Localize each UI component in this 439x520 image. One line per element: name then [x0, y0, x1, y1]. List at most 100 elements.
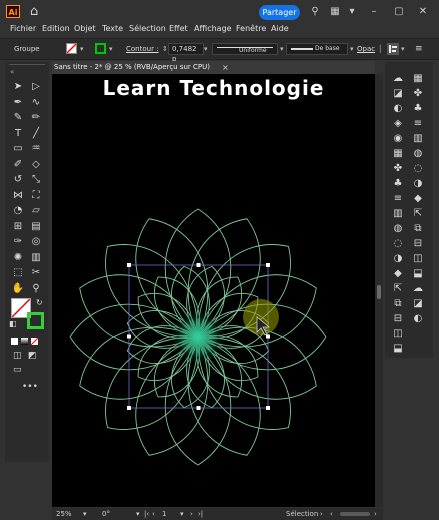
stroke-weight-field[interactable]: 0,7482 p — [168, 43, 204, 63]
hscroll-right-icon[interactable]: › — [374, 508, 377, 520]
export-panel-tab-icon[interactable]: ☁ — [411, 282, 425, 295]
stroke-panel-tab-icon[interactable]: ◆ — [411, 192, 425, 205]
zoom-chevron-icon[interactable]: ▾ — [83, 508, 87, 520]
maximize-icon[interactable]: ▢ — [392, 6, 406, 18]
selection-icon[interactable]: ➤ — [11, 80, 25, 94]
bounding-box-handle[interactable] — [196, 406, 201, 410]
menu-edition[interactable]: Edition — [42, 23, 70, 35]
artboard-icon[interactable]: ⬚ — [11, 266, 25, 280]
appearance-panel-tab-icon[interactable]: ⊟ — [411, 237, 425, 250]
blend-icon[interactable]: ◎ — [29, 235, 43, 249]
menu-selection[interactable]: Sélection — [129, 23, 166, 35]
align-chevron-icon[interactable]: ▾ — [401, 39, 405, 59]
status-menu-icon[interactable]: › — [320, 508, 323, 520]
direct-selection-icon[interactable]: ▷ — [29, 80, 43, 94]
free-transform-icon[interactable]: ⛶ — [29, 189, 43, 203]
libraries-icon[interactable]: ☁ — [391, 72, 405, 85]
next-artboard-icon[interactable]: › — [190, 508, 193, 520]
tools-expand-chevrons-icon[interactable]: « — [10, 68, 38, 80]
workspace-icon[interactable]: ▦ — [328, 6, 342, 18]
variable-width-profile[interactable]: Uniforme — [212, 43, 278, 55]
bounding-box-handle[interactable] — [127, 263, 131, 267]
menu-aide[interactable]: Aide — [271, 23, 289, 35]
tab-close-icon[interactable]: × — [222, 61, 229, 74]
line-icon[interactable]: ╱ — [29, 127, 43, 141]
artboard-number-field[interactable]: 1 — [162, 508, 166, 520]
appearance-icon[interactable]: ◌ — [391, 237, 405, 250]
libraries-panel-tab-icon[interactable]: ▦ — [411, 72, 425, 85]
horizontal-scroll-thumb[interactable] — [340, 512, 370, 516]
stroke-color-swatch[interactable] — [27, 312, 44, 329]
color-mode-icon[interactable] — [11, 338, 18, 345]
search-icon[interactable]: ⚲ — [308, 6, 322, 18]
scale-icon[interactable]: ⤡ — [29, 173, 43, 187]
swatches-panel-tab-icon[interactable]: ◍ — [411, 147, 425, 160]
vertical-scroll-thumb[interactable] — [377, 285, 381, 299]
zoom-icon[interactable]: ⚲ — [29, 282, 43, 296]
draw-behind-icon[interactable]: ◩ — [28, 351, 37, 361]
bounding-box-handle[interactable] — [266, 334, 270, 339]
share-button[interactable]: Partager — [259, 5, 300, 20]
layers-icon[interactable]: ◐ — [391, 102, 405, 115]
stroke-swatch[interactable] — [95, 43, 106, 54]
layers-stack-panel-tab-icon[interactable]: ⬓ — [411, 267, 425, 280]
transform-icon[interactable]: ⬓ — [391, 342, 405, 355]
paintbrush-icon[interactable]: ♒ — [29, 142, 43, 156]
menu-objet[interactable]: Objet — [74, 23, 96, 35]
home-icon[interactable]: ⌂ — [30, 4, 46, 19]
brush-definition[interactable]: De base — [286, 43, 348, 55]
slice-icon[interactable]: ✂ — [29, 266, 43, 280]
graphic-styles-panel-tab-icon[interactable]: ◫ — [411, 252, 425, 265]
align-panel-icon[interactable] — [387, 43, 399, 55]
first-artboard-icon[interactable]: |‹ — [144, 508, 149, 520]
control-menu-icon[interactable]: ≡ — [415, 39, 423, 59]
bounding-box-handle[interactable] — [266, 263, 270, 267]
swatches-icon[interactable]: ▦ — [391, 147, 405, 160]
artboards-panel-tab-icon[interactable]: ◪ — [411, 297, 425, 310]
fill-swatch[interactable] — [66, 43, 77, 54]
bounding-box-handle[interactable] — [127, 406, 131, 410]
transparency-panel-tab-icon[interactable]: ⧉ — [411, 222, 425, 235]
bounding-box-handle[interactable] — [127, 334, 131, 339]
properties-icon[interactable]: ◪ — [391, 87, 405, 100]
zoom-field[interactable]: 25% — [56, 508, 72, 520]
type-icon[interactable]: T — [11, 127, 25, 141]
stroke-weight-stepper-icon[interactable]: ⇕ — [162, 39, 168, 59]
screen-mode-icon[interactable]: ▭ — [13, 365, 22, 375]
symbols-panel-tab-icon[interactable]: ◑ — [411, 177, 425, 190]
gradient-icon[interactable]: ▤ — [29, 220, 43, 234]
edit-toolbar-icon[interactable]: ••• — [22, 382, 38, 392]
align-icon[interactable]: ⊟ — [391, 312, 405, 325]
brush-chevron-icon[interactable]: ▾ — [350, 39, 354, 59]
brush-icon[interactable]: ✎ — [11, 111, 25, 125]
export-icon[interactable]: ⇱ — [391, 282, 405, 295]
bounding-box-handle[interactable] — [196, 263, 201, 267]
minimize-icon[interactable]: – — [367, 6, 381, 18]
flower-artwork[interactable] — [52, 74, 375, 507]
menu-fenetre[interactable]: Fenêtre — [236, 23, 266, 35]
menu-fichier[interactable]: Fichier — [10, 23, 36, 35]
draw-mode-icon[interactable]: ◫ — [13, 351, 22, 361]
graphic-styles-icon[interactable]: ◑ — [391, 252, 405, 265]
graph-icon[interactable]: ▥ — [29, 251, 43, 265]
layers-stack-icon[interactable]: ◆ — [391, 267, 405, 280]
align-panel-tab-icon[interactable]: ◐ — [411, 312, 425, 325]
last-artboard-icon[interactable]: ›| — [198, 508, 203, 520]
gradient-panel-icon[interactable]: ▥ — [391, 207, 405, 220]
color-panel-tab-icon[interactable]: ≡ — [411, 117, 425, 130]
fill-dropdown-chevron-icon[interactable]: ▾ — [80, 39, 84, 59]
layers-panel-tab-icon[interactable]: ♣ — [411, 102, 425, 115]
bounding-box-handle[interactable] — [266, 406, 270, 410]
artboard-chevron-icon[interactable]: ▾ — [180, 508, 184, 520]
eyedropper-icon[interactable]: ✑ — [11, 235, 25, 249]
perspective-icon[interactable]: ▱ — [29, 204, 43, 218]
rectangle-icon[interactable]: ▭ — [11, 142, 25, 156]
color-guide-panel-tab-icon[interactable]: ▥ — [411, 132, 425, 145]
stroke-icon[interactable]: ≡ — [391, 192, 405, 205]
profile-chevron-icon[interactable]: ▾ — [280, 39, 284, 59]
stroke-label[interactable]: Contour : — [126, 39, 159, 59]
prev-artboard-icon[interactable]: ‹ — [152, 508, 155, 520]
eraser-icon[interactable]: ◇ — [29, 158, 43, 172]
shape-builder-icon[interactable]: ◔ — [11, 204, 25, 218]
close-icon[interactable]: ✕ — [416, 6, 430, 18]
